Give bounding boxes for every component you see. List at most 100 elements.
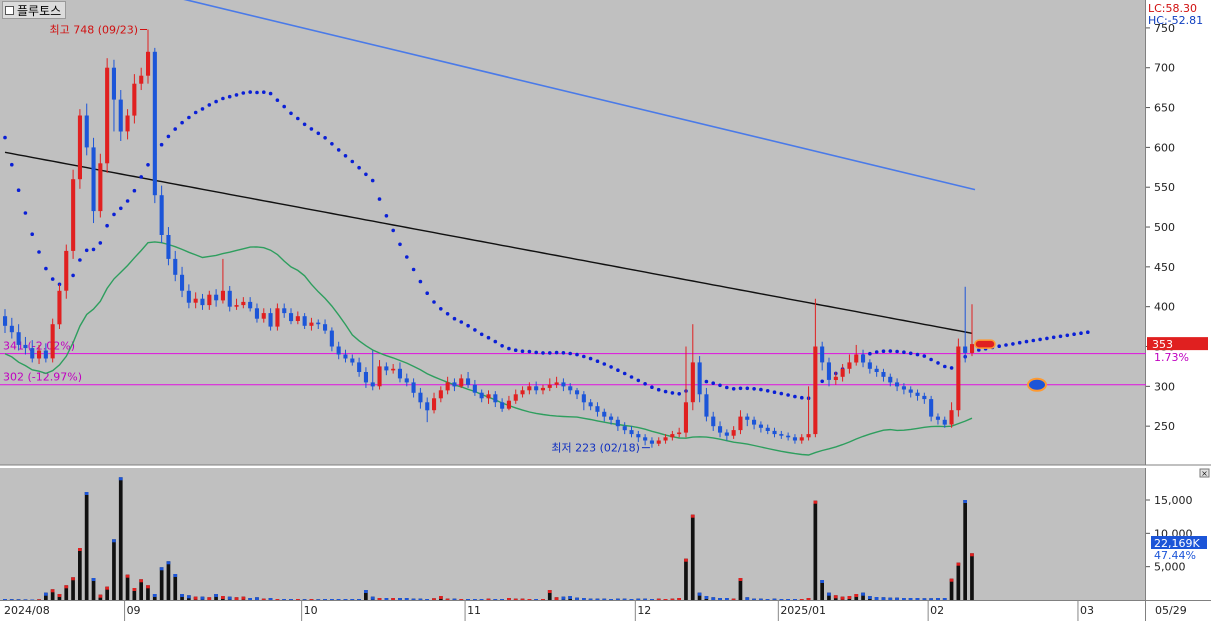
candle-body	[956, 346, 961, 411]
volume-bar-cap	[418, 598, 423, 600]
volume-bar-cap	[180, 594, 184, 597]
sar-dot	[241, 91, 246, 95]
candle-body	[384, 366, 389, 371]
volume-bar-cap	[282, 599, 286, 600]
candle-body	[200, 298, 205, 306]
volume-bar-cap	[466, 599, 470, 600]
candle-body	[602, 411, 607, 417]
low-annotation: 최저 223 (02/18)	[551, 442, 640, 455]
candle-body	[738, 416, 743, 431]
sar-dot	[289, 111, 293, 116]
sar-dot	[125, 199, 130, 203]
sar-dot	[330, 142, 334, 146]
chart-window: 341 (-2.02%) 302 (-12.97%) 5,000 10,000 15,…	[0, 0, 1211, 621]
candle-body	[888, 376, 893, 383]
sar-dot	[112, 212, 116, 217]
volume-bar-cap	[132, 588, 137, 591]
volume-bar-cap	[908, 598, 913, 600]
volume-bar-cap	[942, 598, 947, 600]
x-axis-last-date: 05/29	[1155, 604, 1187, 617]
candle-body	[826, 362, 831, 380]
sar-dot	[146, 163, 150, 167]
sar-dot	[221, 96, 225, 101]
sar-dot	[180, 120, 184, 125]
chart-title-tab[interactable]: 플루토스	[2, 1, 67, 19]
volume-bar	[125, 574, 130, 600]
sar-dot	[473, 328, 477, 332]
candle-body	[30, 348, 35, 359]
volume-bar-cap	[44, 592, 48, 596]
volume-bar-cap	[554, 597, 559, 600]
volume-bar	[91, 578, 96, 600]
sar-dot	[908, 351, 913, 356]
sar-dot	[588, 356, 593, 361]
candle-body	[561, 382, 566, 387]
sar-dot	[902, 350, 906, 355]
sar-dot	[636, 378, 641, 383]
y-tick-label: 400	[1154, 301, 1175, 314]
candle-body	[411, 382, 416, 393]
close-pane-icon[interactable]: ×	[1201, 469, 1208, 478]
sar-dot	[452, 316, 457, 321]
volume-bar-cap	[595, 598, 600, 600]
sar-dot	[786, 393, 790, 397]
volume-bar-cap	[425, 599, 429, 600]
candle-body	[581, 394, 586, 403]
volume-bar-cap	[772, 598, 777, 600]
y-tick-label: 300	[1154, 380, 1175, 393]
candle-body	[466, 378, 471, 385]
sar-dot	[37, 250, 41, 254]
candle-body	[506, 400, 511, 409]
volume-bar-cap	[152, 594, 157, 597]
sar-dot	[595, 359, 600, 364]
sar-dot	[445, 312, 450, 316]
candle-body	[111, 67, 116, 100]
volume-bar-cap	[30, 599, 35, 600]
sar-dot	[268, 91, 273, 96]
x-tick-label: 03	[1080, 604, 1094, 617]
window-checkbox-icon[interactable]	[5, 5, 14, 15]
sar-dot	[725, 385, 729, 390]
sar-dot	[874, 350, 879, 354]
sar-dot	[71, 273, 75, 278]
volume-bar-cap	[50, 589, 55, 593]
volume-bar-cap	[963, 500, 967, 503]
sar-dot	[1045, 336, 1049, 341]
x-tick-label: 2025/01	[780, 604, 826, 617]
volume-bar-cap	[847, 596, 852, 599]
volume-bar-cap	[922, 598, 927, 600]
sar-dot	[493, 339, 498, 344]
volume-bar-cap	[391, 598, 395, 600]
sar-dot	[139, 175, 143, 179]
candle-body	[568, 386, 573, 391]
candle-body	[833, 376, 838, 380]
sar-dot	[16, 188, 21, 192]
volume-bar-cap	[813, 500, 818, 504]
candle-body	[357, 362, 362, 372]
candle-body	[520, 390, 525, 395]
volume-bar-cap	[275, 599, 280, 600]
candle-body	[486, 394, 491, 399]
sar-dot	[602, 362, 607, 366]
volume-bar-cap	[248, 598, 252, 600]
volume-bar-cap	[970, 553, 974, 557]
price-marker-orange	[974, 339, 996, 349]
sar-dot	[119, 206, 123, 211]
candle-body	[377, 366, 382, 387]
volume-bar-cap	[473, 599, 477, 600]
candle-body	[881, 372, 886, 377]
candle-body	[139, 75, 144, 84]
volume-bar	[159, 567, 164, 600]
sar-dot	[398, 242, 402, 247]
candle-body	[43, 350, 48, 359]
volume-bar-cap	[84, 492, 89, 495]
sar-dot	[520, 349, 525, 354]
candle-body	[173, 258, 178, 275]
candle-body	[91, 147, 96, 212]
x-axis-panel	[0, 601, 1211, 621]
sar-dot	[91, 247, 96, 252]
sar-dot	[262, 90, 266, 94]
sar-dot	[132, 188, 137, 193]
sar-dot	[1004, 343, 1008, 347]
candle-body	[207, 294, 212, 306]
